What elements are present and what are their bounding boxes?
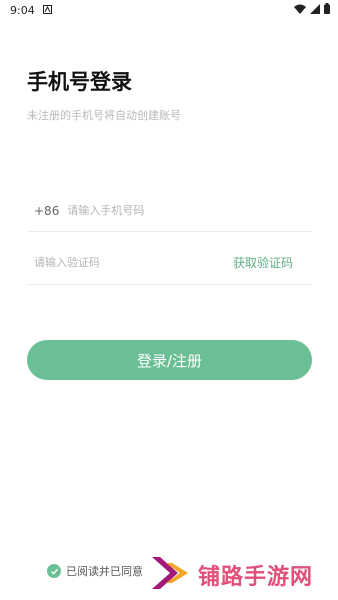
page-title: 手机号登录 [27,70,132,94]
login-register-button[interactable]: 登录/注册 [27,340,312,380]
agreement-text: 已阅读并已同意 [66,565,143,578]
agreement-row: 已阅读并已同意 [47,563,143,579]
status-bar: 9:04 [0,0,338,20]
wifi-icon [294,4,306,17]
watermark: 铺路手游网 [150,553,313,597]
get-code-button[interactable]: 获取验证码 [233,254,293,271]
cell-signal-icon [310,3,320,17]
check-circle-icon[interactable] [47,564,61,578]
country-code[interactable]: +86 [34,204,59,218]
notification-a-icon [42,4,52,17]
phone-input[interactable] [67,204,268,217]
verification-code-input[interactable] [34,256,204,269]
status-left: 9:04 [10,4,52,17]
battery-icon [324,3,330,17]
watermark-text: 铺路手游网 [198,565,314,590]
status-right [294,3,330,17]
watermark-logo-icon [150,553,192,597]
code-field-row: 获取验证码 [27,241,312,285]
phone-field-row: +86 [27,190,312,232]
status-time: 9:04 [10,3,35,17]
page-subtitle: 未注册的手机号将自动创建账号 [27,109,181,122]
